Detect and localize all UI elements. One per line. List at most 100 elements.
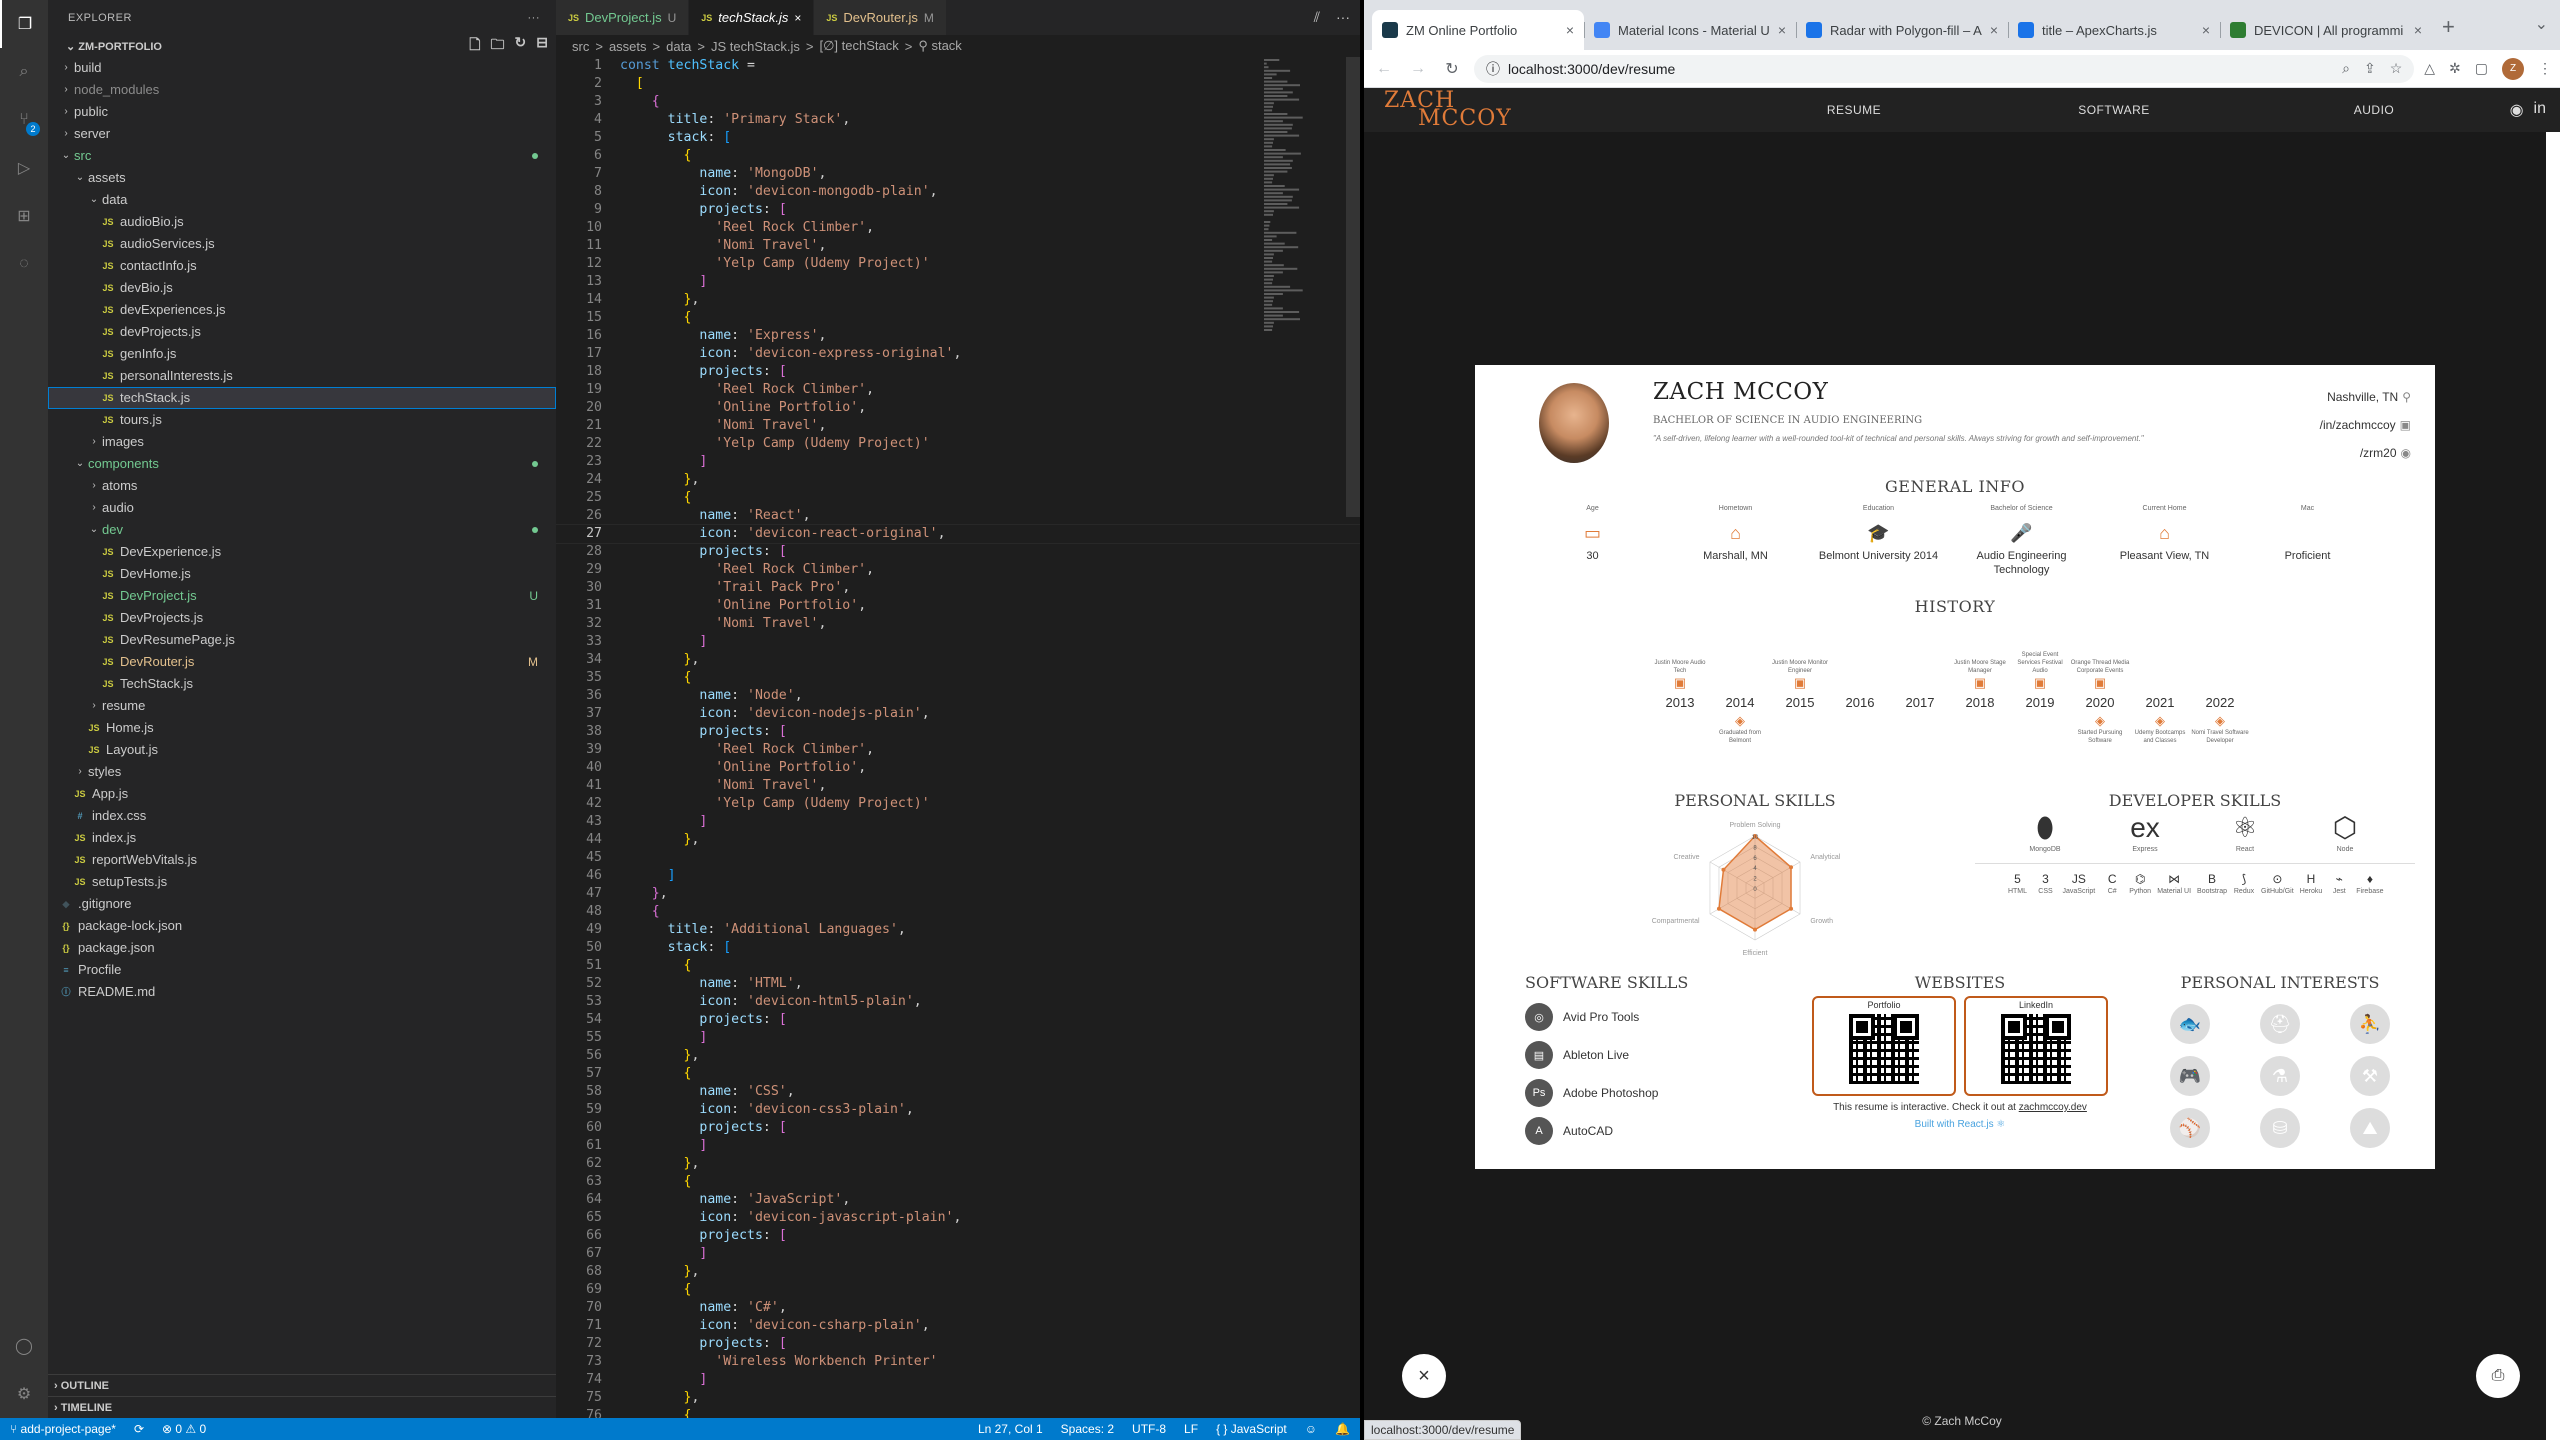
contact-linkedin[interactable]: /in/zachmccoy	[2320, 418, 2396, 432]
tech-secondary-item[interactable]: H Heroku	[2300, 872, 2323, 895]
encoding-status[interactable]: UTF-8	[1132, 1422, 1166, 1436]
close-tab-icon[interactable]: ×	[2414, 22, 2422, 38]
collapse-icon[interactable]: ⊟	[536, 34, 548, 58]
tech-secondary-item[interactable]: C C#	[2101, 872, 2123, 895]
reading-list-icon[interactable]: ▢	[2475, 60, 2488, 77]
file-item[interactable]: {} package-lock.json	[48, 915, 556, 937]
extensions-puzzle-icon[interactable]: ✲	[2449, 60, 2461, 77]
file-item[interactable]: JS App.js	[48, 783, 556, 805]
eol-status[interactable]: LF	[1184, 1422, 1198, 1436]
folder-item[interactable]: › node_modules	[48, 79, 556, 101]
file-item[interactable]: JS Home.js	[48, 717, 556, 739]
nav-link-software[interactable]: SOFTWARE	[1984, 103, 2244, 117]
reload-icon[interactable]: ↻	[1440, 59, 1464, 79]
tech-secondary-item[interactable]: JS JavaScript	[2063, 872, 2096, 895]
editor-tab[interactable]: JS DevRouter.js M	[814, 0, 947, 35]
file-item[interactable]: {} package.json	[48, 937, 556, 959]
file-item[interactable]: JS audioServices.js	[48, 233, 556, 255]
browser-tab[interactable]: ZM Online Portfolio ×	[1372, 10, 1584, 50]
editor-tab[interactable]: JS techStack.js ×	[689, 0, 815, 35]
radar-point[interactable]	[1789, 906, 1794, 911]
tech-secondary-item[interactable]: ⟆ Redux	[2233, 872, 2255, 895]
timeline-section[interactable]: › TIMELINE	[48, 1396, 556, 1418]
folder-item[interactable]: › images	[48, 431, 556, 453]
tech-secondary-item[interactable]: ⌬ Python	[2129, 872, 2151, 895]
browser-tab[interactable]: title – ApexCharts.js ×	[2008, 10, 2220, 50]
site-logo[interactable]: ZACH MCCOY	[1384, 90, 1512, 130]
linkedin-icon[interactable]: in	[2534, 100, 2546, 120]
interest-icon[interactable]: 🐟	[2170, 1004, 2210, 1044]
interest-icon[interactable]: ⛰	[2350, 1108, 2390, 1148]
folder-item[interactable]: ⌄ components	[48, 453, 556, 475]
breadcrumb-item[interactable]: [∅] techStack	[819, 38, 898, 54]
close-tab-icon[interactable]: ×	[2202, 22, 2210, 38]
close-tab-icon[interactable]: ×	[1990, 22, 1998, 38]
breadcrumb-item[interactable]: src	[572, 39, 589, 54]
file-item[interactable]: JS devProjects.js	[48, 321, 556, 343]
refresh-icon[interactable]: ↻	[515, 34, 527, 58]
tech-primary-item[interactable]: ⬡ Node	[2305, 810, 2385, 853]
folder-item[interactable]: ⌄ assets	[48, 167, 556, 189]
new-folder-icon[interactable]: 🗀	[491, 34, 505, 58]
software-item[interactable]: ◎ Avid Pro Tools	[1525, 998, 1695, 1036]
outline-section[interactable]: › OUTLINE	[48, 1374, 556, 1396]
file-item[interactable]: JS index.js	[48, 827, 556, 849]
file-item[interactable]: ◆ .gitignore	[48, 893, 556, 915]
folder-item[interactable]: › server	[48, 123, 556, 145]
problems-status[interactable]: ⊗ 0 ⚠ 0	[162, 1422, 206, 1436]
history-event[interactable]: ◈ Started Pursuing Software	[2070, 713, 2130, 745]
minimap[interactable]	[1256, 57, 1346, 357]
remote-icon[interactable]: ◌	[0, 240, 48, 288]
tech-secondary-item[interactable]: ⊙ GitHub/Git	[2261, 872, 2294, 895]
search-icon[interactable]: ⌕	[0, 48, 48, 96]
address-bar[interactable]: ⓘ localhost:3000/dev/resume ⌕ ⇪ ☆	[1474, 54, 2415, 83]
source-control-icon[interactable]: ⑂ 2	[0, 96, 48, 144]
print-button[interactable]: ⎙	[2476, 1354, 2520, 1398]
file-item[interactable]: JS personalInterests.js	[48, 365, 556, 387]
tech-secondary-item[interactable]: 3 CSS	[2035, 872, 2057, 895]
interest-icon[interactable]: ⛑	[2260, 1004, 2300, 1044]
software-item[interactable]: A AutoCAD	[1525, 1112, 1695, 1150]
breadcrumb-item[interactable]: ⚲ stack	[918, 38, 961, 54]
tech-secondary-item[interactable]: ♦ Firebase	[2356, 872, 2383, 895]
file-item[interactable]: JS tours.js	[48, 409, 556, 431]
breadcrumb-item[interactable]: JS techStack.js	[711, 39, 800, 54]
drive-extension-icon[interactable]: △	[2424, 60, 2435, 77]
file-item[interactable]: ≡ Procfile	[48, 959, 556, 981]
share-icon[interactable]: ⇪	[2364, 60, 2376, 77]
folder-item[interactable]: › public	[48, 101, 556, 123]
close-tab-icon[interactable]: ×	[794, 11, 801, 25]
folder-item[interactable]: › atoms	[48, 475, 556, 497]
interest-icon[interactable]: ⛁	[2260, 1108, 2300, 1148]
history-event[interactable]: Justin Moore Audio Tech ▣	[1650, 625, 1710, 691]
run-debug-icon[interactable]: ▷	[0, 144, 48, 192]
file-item[interactable]: JS devBio.js	[48, 277, 556, 299]
bookmark-star-icon[interactable]: ☆	[2390, 60, 2403, 77]
tech-secondary-item[interactable]: B Bootstrap	[2197, 872, 2227, 895]
files-icon[interactable]: ❐	[0, 0, 48, 48]
new-tab-button[interactable]: +	[2432, 14, 2465, 50]
close-tab-icon[interactable]: ×	[1566, 22, 1574, 38]
interest-icon[interactable]: 🎮	[2170, 1056, 2210, 1096]
interest-icon[interactable]: ⚾	[2170, 1108, 2210, 1148]
interactive-link[interactable]: zachmccoy.dev	[2019, 1102, 2087, 1113]
language-status[interactable]: { } JavaScript	[1216, 1422, 1287, 1436]
editor-tab[interactable]: JS DevProject.js U	[556, 0, 690, 35]
file-item[interactable]: ⓘ README.md	[48, 981, 556, 1003]
site-info-icon[interactable]: ⓘ	[1486, 59, 1500, 79]
folder-item[interactable]: ⌄ data	[48, 189, 556, 211]
file-item[interactable]: JS techStack.js	[48, 387, 556, 409]
project-folder[interactable]: ⌄ ZM-PORTFOLIO	[66, 40, 162, 53]
split-editor-icon[interactable]: ⫽	[1314, 9, 1320, 26]
interest-icon[interactable]: ⛹	[2350, 1004, 2390, 1044]
browser-tab[interactable]: DEVICON | All programmi ×	[2220, 10, 2432, 50]
branch-status[interactable]: ⑂ add-project-page*	[10, 1422, 116, 1436]
file-item[interactable]: JS DevExperience.js	[48, 541, 556, 563]
file-item[interactable]: JS setupTests.js	[48, 871, 556, 893]
tech-primary-item[interactable]: ⬮ MongoDB	[2005, 810, 2085, 853]
file-item[interactable]: JS Layout.js	[48, 739, 556, 761]
settings-gear-icon[interactable]: ⚙	[0, 1370, 48, 1418]
breadcrumb-item[interactable]: data	[666, 39, 691, 54]
tech-primary-item[interactable]: ex Express	[2105, 810, 2185, 853]
file-item[interactable]: JS contactInfo.js	[48, 255, 556, 277]
